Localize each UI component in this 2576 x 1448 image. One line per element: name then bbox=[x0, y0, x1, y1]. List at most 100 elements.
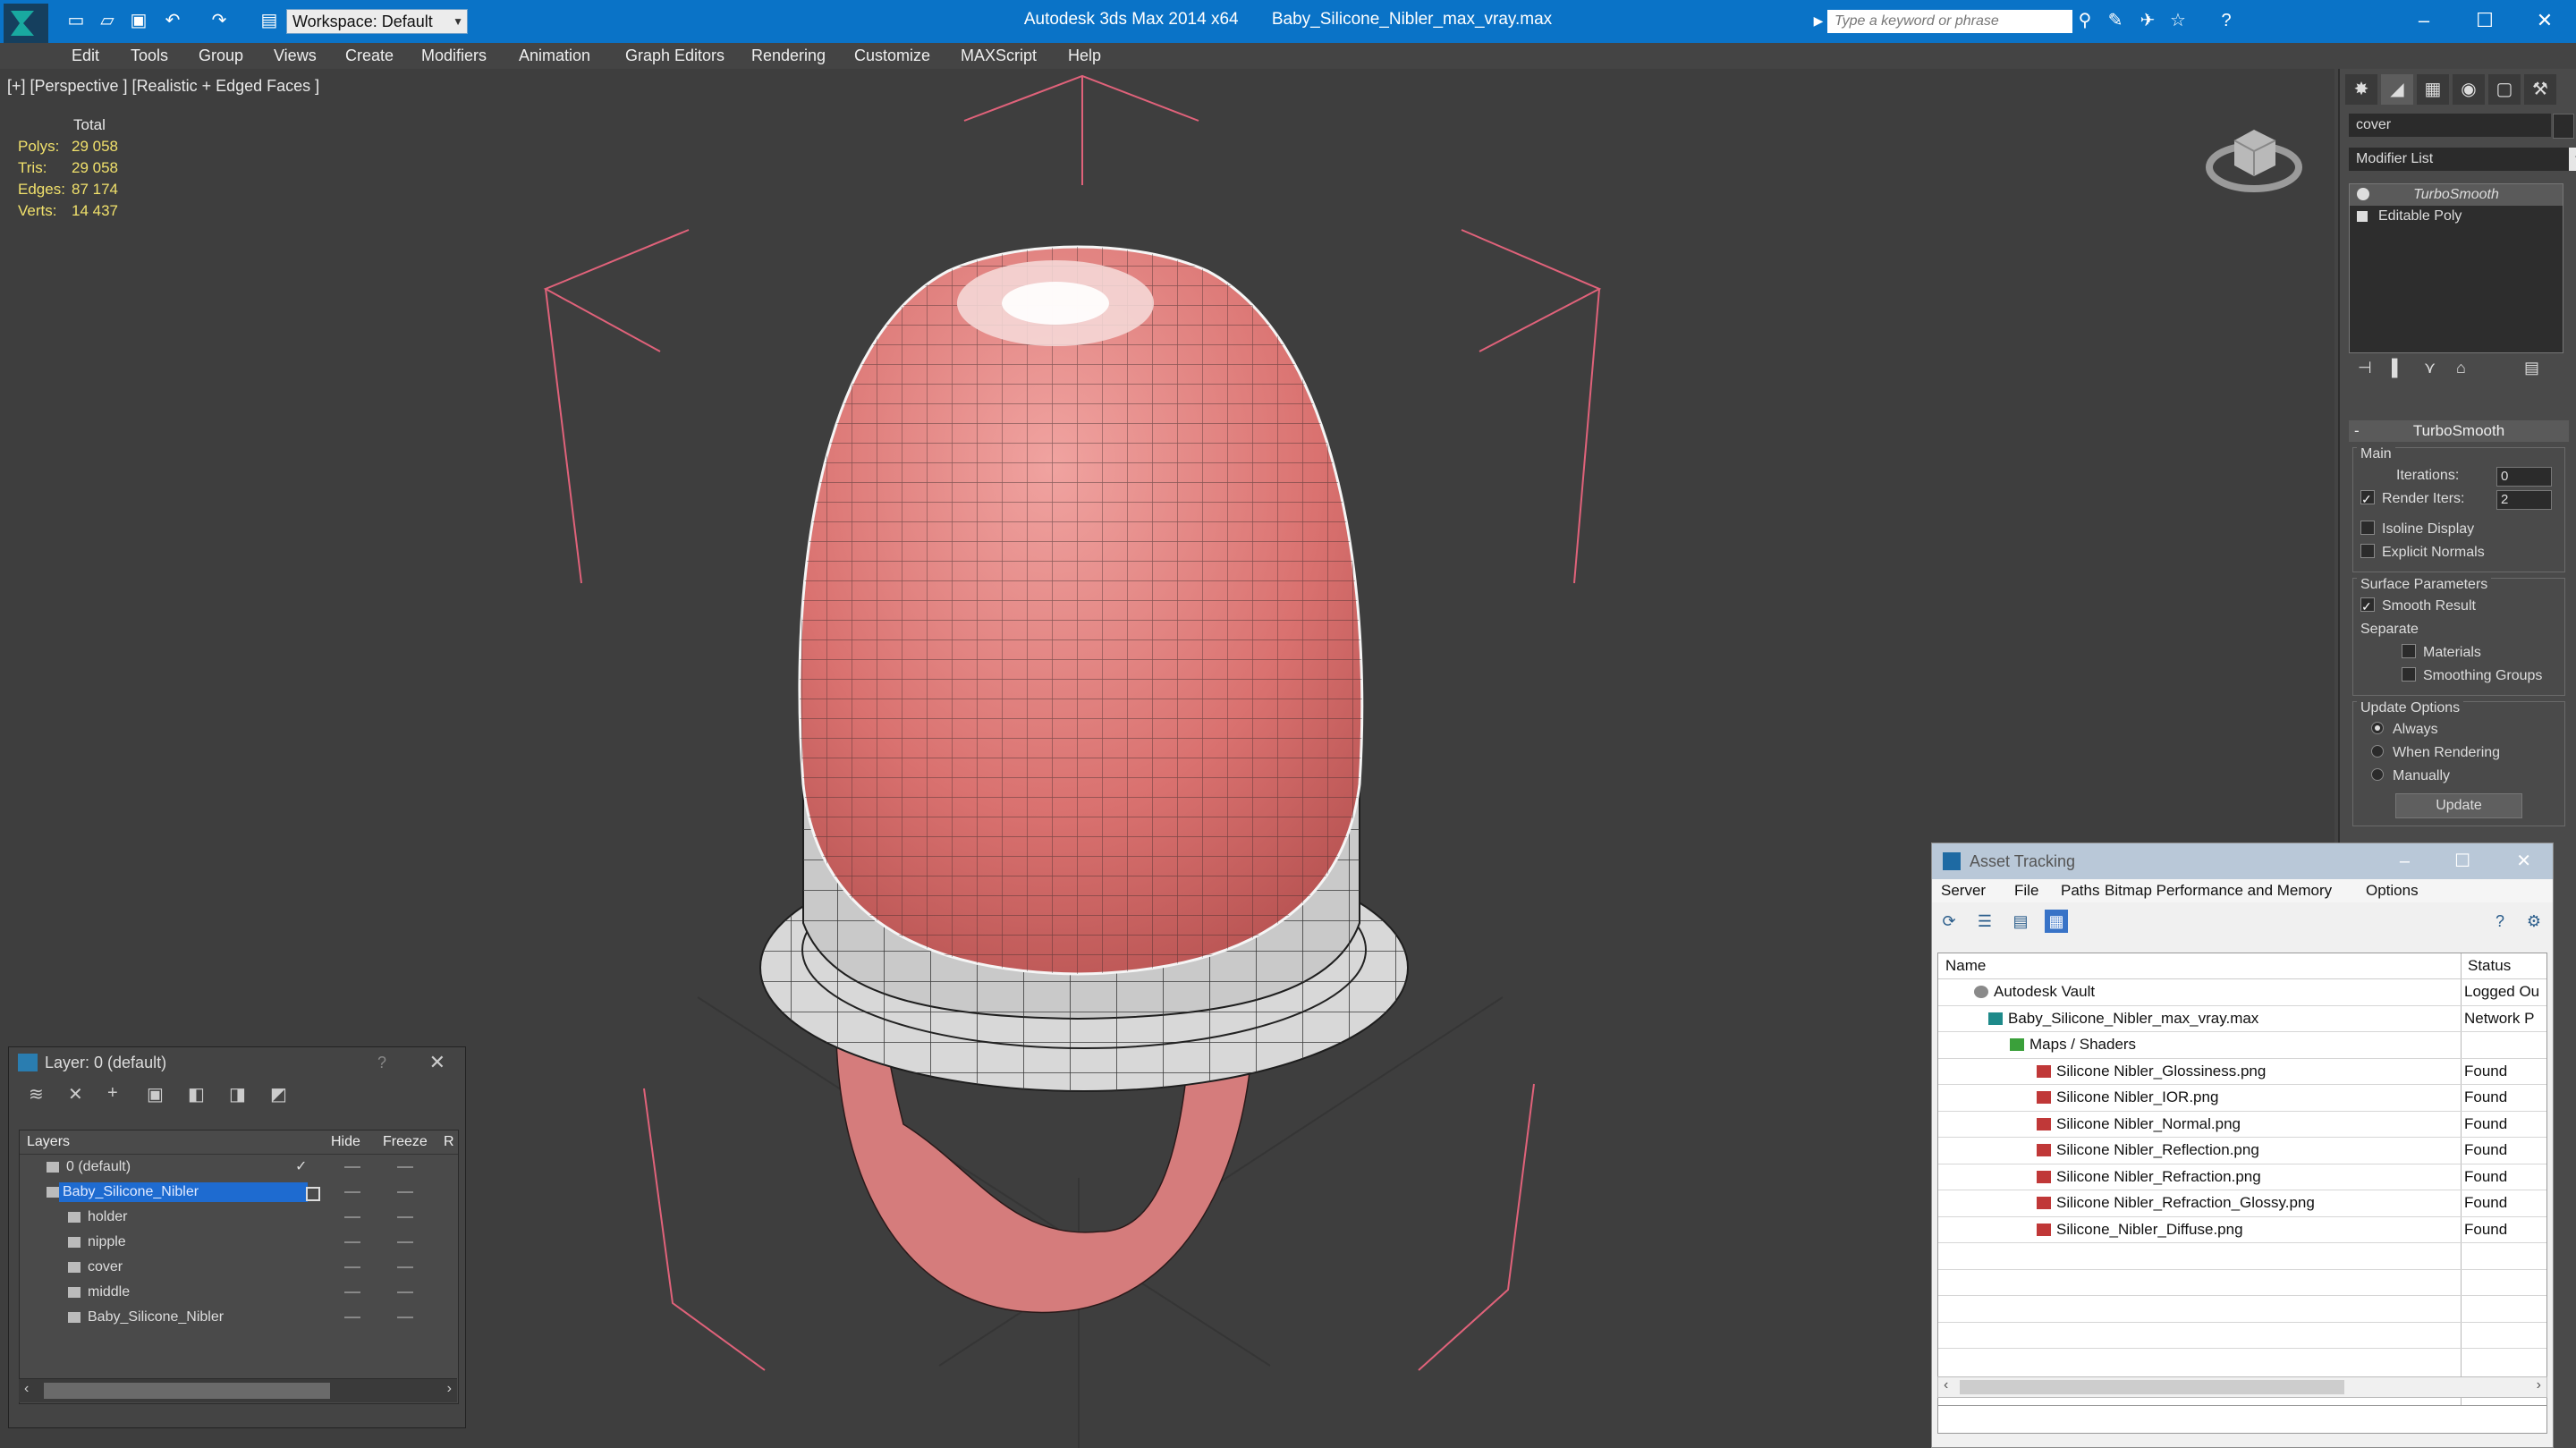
delete-layer-icon[interactable]: ✕ bbox=[68, 1083, 83, 1105]
layer-window-titlebar[interactable]: Layer: 0 (default) ? ✕ bbox=[9, 1047, 465, 1078]
stack-item-turbosmooth[interactable]: TurboSmooth bbox=[2350, 184, 2563, 206]
menu-graph-editors[interactable]: Graph Editors bbox=[625, 47, 724, 65]
display-tab-icon[interactable]: ▢ bbox=[2488, 74, 2521, 105]
make-unique-icon[interactable]: ⋎ bbox=[2424, 359, 2436, 377]
hide-toggle[interactable] bbox=[344, 1216, 360, 1218]
smoothing-groups-checkbox[interactable] bbox=[2402, 666, 2416, 682]
menu-create[interactable]: Create bbox=[345, 47, 394, 65]
menu-maxscript[interactable]: MAXScript bbox=[961, 47, 1037, 65]
expand-icon[interactable] bbox=[2357, 211, 2368, 222]
maximize-icon[interactable]: ☐ bbox=[2454, 843, 2470, 879]
detail-view-icon[interactable]: ▤ bbox=[2009, 910, 2032, 933]
scroll-right-icon[interactable]: › bbox=[2537, 1377, 2541, 1393]
close-icon[interactable]: ✕ bbox=[2518, 4, 2572, 38]
help-icon[interactable]: ? bbox=[377, 1047, 386, 1078]
pin-stack-icon[interactable]: ⊣ bbox=[2358, 359, 2372, 377]
col-layers[interactable]: Layers bbox=[27, 1130, 70, 1154]
menu-options[interactable]: Options bbox=[2366, 882, 2419, 900]
scroll-thumb[interactable] bbox=[44, 1383, 330, 1399]
minimize-icon[interactable]: – bbox=[2400, 843, 2410, 879]
table-view-icon[interactable]: ▦ bbox=[2045, 910, 2068, 933]
hide-toggle[interactable] bbox=[344, 1166, 360, 1168]
object-color-swatch[interactable] bbox=[2553, 114, 2574, 139]
layer-horizontal-scrollbar[interactable]: ‹ › bbox=[19, 1378, 457, 1402]
table-row[interactable]: Silicone Nibler_Reflection.png Found bbox=[1938, 1138, 2546, 1164]
isoline-display-checkbox[interactable] bbox=[2360, 520, 2375, 535]
menu-rendering[interactable]: Rendering bbox=[751, 47, 826, 65]
object-row[interactable]: cover bbox=[20, 1255, 458, 1280]
search-input[interactable]: Type a keyword or phrase bbox=[1827, 10, 2072, 33]
table-row[interactable]: Baby_Silicone_Nibler_max_vray.max Networ… bbox=[1938, 1006, 2546, 1032]
configure-sets-icon[interactable]: ▤ bbox=[2524, 359, 2539, 377]
show-end-result-icon[interactable]: ▌ bbox=[2392, 359, 2403, 377]
hierarchy-tab-icon[interactable]: ▦ bbox=[2417, 74, 2449, 105]
modifier-list-dropdown[interactable]: Modifier List ▼ bbox=[2349, 148, 2576, 171]
help-icon[interactable]: ? bbox=[2488, 910, 2512, 933]
asset-tracking-titlebar[interactable]: Asset Tracking – ☐ ✕ bbox=[1932, 843, 2553, 879]
hide-toggle[interactable] bbox=[344, 1241, 360, 1243]
freeze-toggle[interactable] bbox=[397, 1317, 413, 1318]
menu-views[interactable]: Views bbox=[274, 47, 317, 65]
layer-manager-icon[interactable]: ≋ bbox=[29, 1083, 44, 1105]
hide-all-icon[interactable]: ◨ bbox=[229, 1083, 246, 1105]
table-row[interactable]: Silicone Nibler_IOR.png Found bbox=[1938, 1085, 2546, 1112]
col-hide[interactable]: Hide bbox=[331, 1130, 360, 1154]
close-icon[interactable]: ✕ bbox=[2516, 843, 2531, 879]
scroll-left-icon[interactable]: ‹ bbox=[24, 1381, 29, 1397]
hide-toggle[interactable] bbox=[344, 1191, 360, 1193]
asset-path-field[interactable] bbox=[1937, 1405, 2547, 1434]
table-row[interactable]: Maps / Shaders bbox=[1938, 1032, 2546, 1059]
when-rendering-radio[interactable] bbox=[2371, 744, 2384, 758]
binoculars-icon[interactable]: ⚲ bbox=[2073, 9, 2097, 32]
object-row[interactable]: middle bbox=[20, 1280, 458, 1305]
subscription-icon[interactable]: ✎ bbox=[2104, 9, 2127, 32]
object-row[interactable]: holder bbox=[20, 1205, 458, 1230]
freeze-toggle[interactable] bbox=[397, 1266, 413, 1268]
asset-horizontal-scrollbar[interactable]: ‹ › bbox=[1937, 1376, 2547, 1398]
viewport-label[interactable]: [+] [Perspective ] [Realistic + Edged Fa… bbox=[7, 77, 319, 96]
manually-radio[interactable] bbox=[2371, 767, 2384, 781]
favorites-star-icon[interactable]: ☆ bbox=[2166, 9, 2190, 32]
highlight-layer-icon[interactable]: ◧ bbox=[188, 1083, 205, 1105]
materials-checkbox[interactable] bbox=[2402, 643, 2416, 658]
viewcube-icon[interactable] bbox=[2202, 114, 2306, 199]
freeze-all-icon[interactable]: ◩ bbox=[270, 1083, 287, 1105]
freeze-toggle[interactable] bbox=[397, 1241, 413, 1243]
menu-paths[interactable]: Paths bbox=[2061, 882, 2099, 900]
create-tab-icon[interactable]: ✸ bbox=[2345, 74, 2377, 105]
lightbulb-icon[interactable] bbox=[2357, 188, 2369, 200]
refresh-icon[interactable]: ⟳ bbox=[1937, 910, 1961, 933]
freeze-toggle[interactable] bbox=[397, 1291, 413, 1293]
create-layer-icon[interactable]: + bbox=[107, 1083, 118, 1104]
col-render[interactable]: R bbox=[444, 1130, 454, 1154]
freeze-toggle[interactable] bbox=[397, 1216, 413, 1218]
stack-item-editable-poly[interactable]: Editable Poly bbox=[2350, 206, 2563, 227]
object-row[interactable]: Baby_Silicone_Nibler bbox=[20, 1305, 458, 1330]
utilities-tab-icon[interactable]: ⚒ bbox=[2524, 74, 2556, 105]
select-objects-icon[interactable]: ▣ bbox=[147, 1083, 164, 1105]
rollout-header[interactable]: - TurboSmooth bbox=[2349, 420, 2569, 442]
smooth-result-checkbox[interactable] bbox=[2360, 595, 2375, 618]
render-iters-spinner[interactable]: 2 bbox=[2496, 490, 2552, 510]
help-icon[interactable]: ? bbox=[2215, 9, 2238, 32]
scroll-left-icon[interactable]: ‹ bbox=[1944, 1377, 1948, 1393]
settings-icon[interactable]: ⚙ bbox=[2522, 910, 2546, 933]
object-row[interactable]: nipple bbox=[20, 1230, 458, 1255]
menu-help[interactable]: Help bbox=[1068, 47, 1101, 65]
remove-modifier-icon[interactable]: ⌂ bbox=[2456, 359, 2466, 377]
menu-group[interactable]: Group bbox=[199, 47, 243, 65]
iterations-spinner[interactable]: 0 bbox=[2496, 467, 2552, 487]
col-freeze[interactable]: Freeze bbox=[383, 1130, 428, 1154]
modify-tab-icon[interactable]: ◢ bbox=[2381, 74, 2413, 105]
menu-animation[interactable]: Animation bbox=[519, 47, 590, 65]
list-view-icon[interactable]: ☰ bbox=[1973, 910, 1996, 933]
hide-toggle[interactable] bbox=[344, 1317, 360, 1318]
table-row[interactable]: Silicone Nibler_Refraction.png Found bbox=[1938, 1164, 2546, 1190]
hide-toggle[interactable] bbox=[344, 1266, 360, 1268]
table-row[interactable]: Autodesk Vault Logged Ou bbox=[1938, 979, 2546, 1006]
object-name-field[interactable]: cover bbox=[2349, 114, 2551, 137]
set-current-icon[interactable] bbox=[306, 1187, 320, 1201]
hide-toggle[interactable] bbox=[344, 1291, 360, 1293]
layer-row-selected[interactable]: Baby_Silicone_Nibler bbox=[20, 1180, 458, 1205]
motion-tab-icon[interactable]: ◉ bbox=[2453, 74, 2485, 105]
